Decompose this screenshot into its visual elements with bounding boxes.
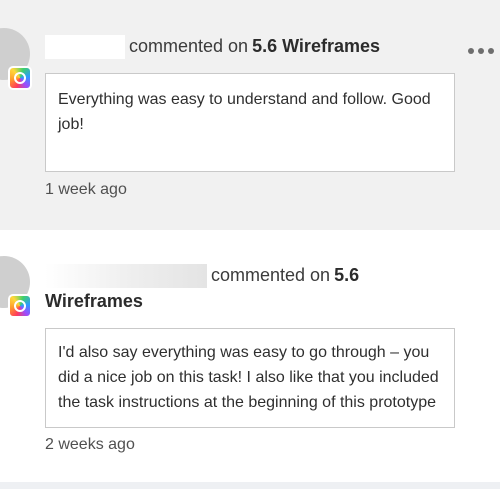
comments-feed: commented on 5.6 Wireframes Everything wa… [0, 0, 500, 489]
more-options-icon[interactable] [468, 48, 494, 54]
comment-timestamp: 2 weeks ago [45, 436, 135, 453]
comment-verb: commented on [129, 36, 249, 56]
author-name[interactable] [45, 264, 207, 289]
comment-target-link[interactable]: 5.6 Wireframes [252, 36, 380, 56]
comment-header: commented on 5.6 Wireframes [45, 262, 359, 314]
comment-card: commented on 5.6 Wireframes I'd also say … [0, 230, 500, 482]
comment-body: I'd also say everything was easy to go t… [45, 328, 455, 428]
comment-card: commented on 5.6 Wireframes Everything wa… [0, 0, 500, 230]
author-name[interactable] [45, 35, 125, 60]
comment-body: Everything was easy to understand and fo… [45, 73, 455, 172]
comment-timestamp: 1 week ago [45, 181, 127, 198]
creative-cloud-icon [8, 294, 32, 318]
creative-cloud-icon [8, 66, 32, 90]
comment-header: commented on 5.6 Wireframes [45, 33, 380, 60]
comment-target-link-continued[interactable]: Wireframes [45, 288, 359, 314]
comment-target-link[interactable]: 5.6 [334, 265, 359, 285]
comment-verb: commented on [211, 265, 331, 285]
feed-divider [0, 482, 500, 489]
